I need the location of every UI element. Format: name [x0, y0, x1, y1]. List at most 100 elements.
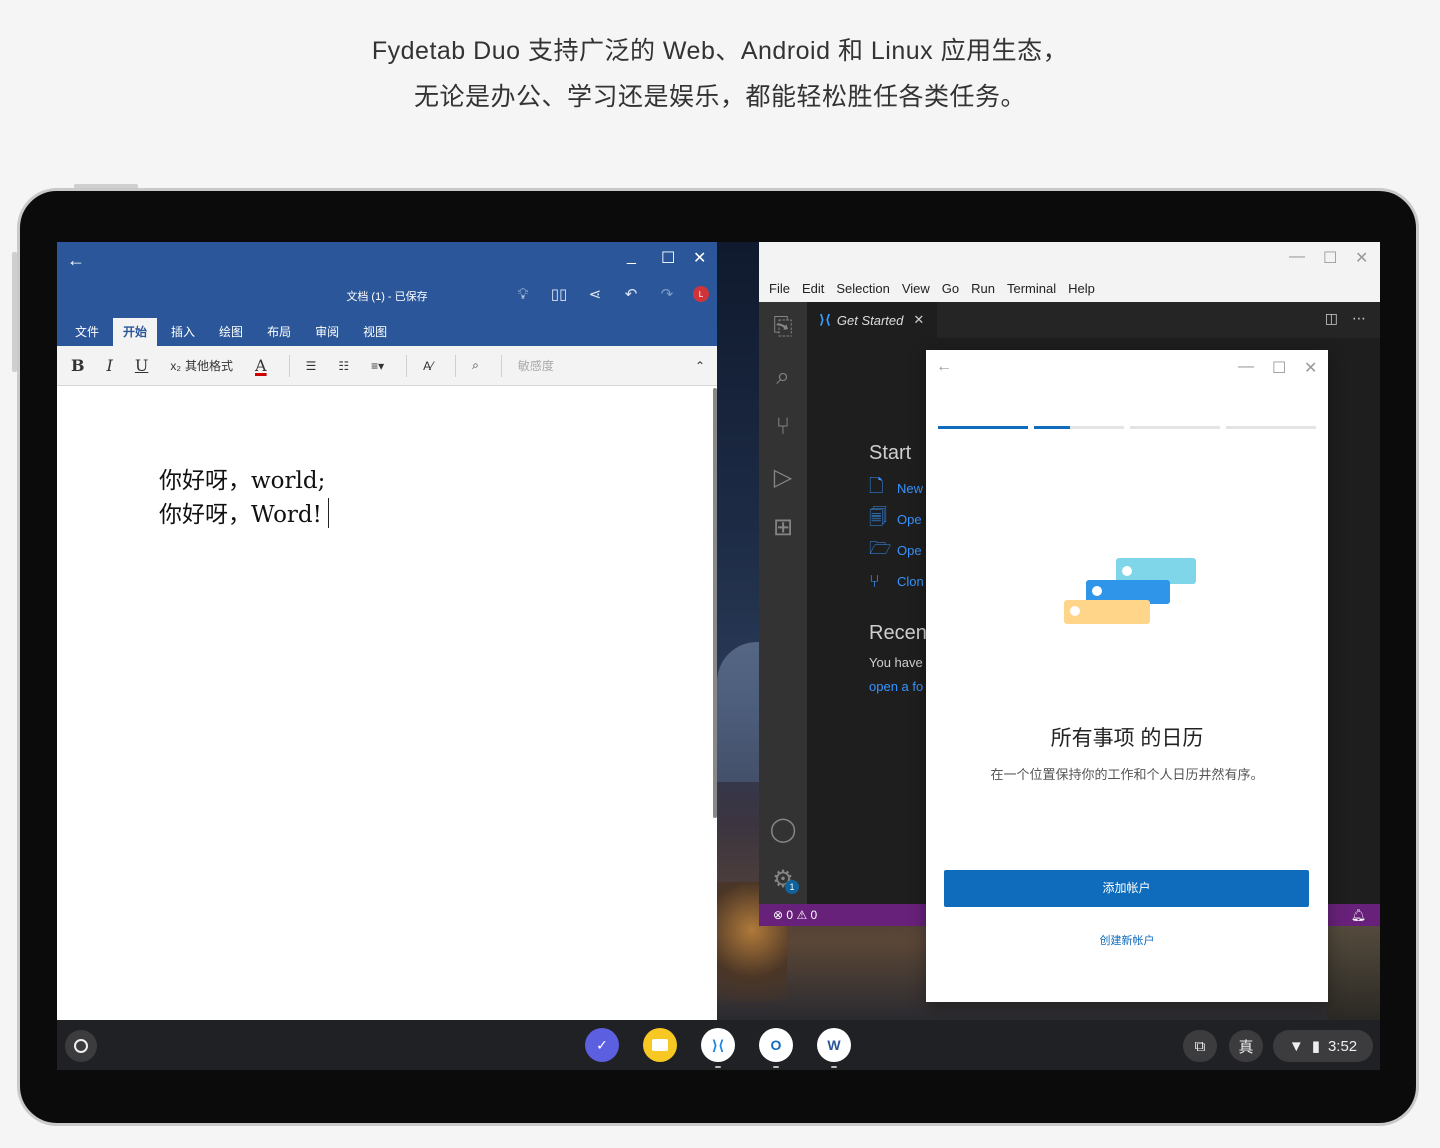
outlook-app-icon[interactable]: O [759, 1028, 793, 1062]
redo-icon[interactable]: ↷ [657, 284, 677, 304]
other-format-button[interactable]: 其他格式 [185, 357, 233, 374]
calendar-illustration [1064, 558, 1199, 634]
run-debug-icon[interactable]: ▷ [759, 452, 807, 502]
bullet-list-icon[interactable]: ☰ [306, 359, 317, 373]
sync-icon [1092, 586, 1102, 596]
account-icon[interactable]: ◯ [759, 804, 807, 854]
scrollbar[interactable] [713, 388, 717, 818]
lightbulb-icon[interactable]: 💡︎ [513, 284, 533, 304]
minimize-icon[interactable]: _ [627, 248, 636, 266]
open-folder-recent-link[interactable]: open a fo [869, 679, 927, 703]
collapse-ribbon-icon[interactable]: ⌃ [695, 359, 705, 373]
clone-repo-link[interactable]: ⑂ Clon [869, 566, 924, 597]
styles-icon[interactable]: A⁄ [423, 359, 433, 373]
tab-get-started[interactable]: ⟩⟨ Get Started ✕ [807, 302, 937, 338]
open-file-link[interactable]: 🗐 Ope [869, 504, 924, 535]
document-body[interactable]: 你好呀，world; 你好呀，Word! [159, 464, 329, 532]
start-heading: Start [869, 442, 912, 464]
open-folder-label: Ope [897, 543, 922, 558]
maximize-icon[interactable]: ☐ [661, 248, 675, 268]
word-app-icon[interactable]: W [817, 1028, 851, 1062]
underline-button[interactable]: U [135, 356, 148, 375]
get-started-start: Start 🗋 New 🗐 Ope 🗁 Ope ⑂ Clon [869, 442, 924, 597]
undo-icon[interactable]: ↶ [621, 284, 641, 304]
maximize-icon[interactable]: ☐ [1272, 358, 1286, 378]
activity-bar: ⎘ ⌕ ⑂ ▷ ⊞ ◯ ⚙ 1 [759, 302, 807, 904]
folder-icon: 🗁 [869, 537, 892, 558]
editor-tabs: ⟩⟨ Get Started ✕ ◫ ⋯ [807, 302, 1380, 338]
sensitivity-button[interactable]: 敏感度 [518, 357, 554, 374]
minimize-icon[interactable]: — [1289, 248, 1305, 266]
menu-go[interactable]: Go [936, 276, 965, 302]
error-icon[interactable]: ⊗ [773, 908, 783, 922]
source-control-icon: ⑂ [869, 571, 880, 591]
fyde-app-icon[interactable]: ✓ [585, 1028, 619, 1062]
clipboard-tray-icon[interactable]: ⧉ [1183, 1030, 1217, 1062]
tab-insert[interactable]: 插入 [161, 318, 205, 346]
word-ribbon-tabs: 文件 开始 插入 绘图 布局 审阅 视图 [57, 318, 717, 346]
menu-view[interactable]: View [896, 276, 936, 302]
editor-actions: ◫ ⋯ [1325, 310, 1366, 327]
recent-heading: Recen [869, 622, 927, 644]
explorer-icon[interactable]: ⎘ [759, 302, 807, 352]
notifications-bell-icon[interactable]: 🔔︎ [1351, 904, 1366, 926]
ime-indicator[interactable]: 真 [1229, 1030, 1263, 1062]
subscript-button[interactable]: x₂ [170, 359, 181, 373]
ribbon-divider [500, 354, 502, 377]
reading-mode-icon[interactable]: ▯▯ [549, 284, 569, 304]
extensions-icon[interactable]: ⊞ [759, 502, 807, 552]
tab-draw[interactable]: 绘图 [209, 318, 253, 346]
font-color-button[interactable]: A [255, 356, 267, 375]
new-file-link[interactable]: 🗋 New [869, 473, 924, 504]
close-icon[interactable]: ✕ [693, 248, 706, 268]
back-arrow-icon[interactable]: ← [936, 358, 952, 376]
avatar[interactable]: L [693, 286, 709, 302]
tab-file[interactable]: 文件 [65, 318, 109, 346]
recent-text: You have [869, 655, 923, 670]
bold-button[interactable]: B [71, 356, 85, 375]
source-control-icon[interactable]: ⑂ [759, 402, 807, 452]
progress-step-4 [1226, 426, 1316, 429]
minimize-icon[interactable]: — [1238, 358, 1254, 376]
share-icon[interactable]: ⋖ [585, 284, 605, 304]
close-icon[interactable]: ✕ [1355, 248, 1368, 268]
paragraph-options-icon[interactable]: ≡▾ [371, 359, 384, 373]
warning-count[interactable]: 0 [811, 908, 818, 922]
status-tray[interactable]: ▼ ▮ 3:52 [1273, 1030, 1373, 1062]
split-editor-icon[interactable]: ◫ [1325, 310, 1338, 327]
menu-help[interactable]: Help [1062, 276, 1101, 302]
document-canvas[interactable]: 你好呀，world; 你好呀，Word! [57, 386, 717, 1020]
running-indicator [715, 1066, 721, 1068]
menu-selection[interactable]: Selection [830, 276, 895, 302]
tablet-screen: ← _ ☐ ✕ 文档 (1) - 已保存 💡︎ ▯▯ ⋖ ↶ ↷ L 文件 开始… [57, 242, 1380, 1070]
close-icon[interactable]: ✕ [1304, 358, 1317, 378]
menu-terminal[interactable]: Terminal [1001, 276, 1062, 302]
warning-icon[interactable]: ⚠ [796, 908, 807, 922]
tab-layout[interactable]: 布局 [257, 318, 301, 346]
onboarding-subtitle: 在一个位置保持你的工作和个人日历井然有序。 [990, 767, 1264, 782]
close-icon[interactable]: ✕ [913, 312, 924, 328]
menu-run[interactable]: Run [965, 276, 1001, 302]
files-app-icon[interactable] [643, 1028, 677, 1062]
back-arrow-icon[interactable]: ← [67, 250, 85, 271]
vscode-app-icon[interactable]: ⟩⟨ [701, 1028, 735, 1062]
launcher-button[interactable] [65, 1030, 97, 1062]
more-actions-icon[interactable]: ⋯ [1352, 310, 1366, 327]
vscode-logo-icon: ⟩⟨ [819, 312, 831, 327]
create-account-link[interactable]: 创建新帐户 [926, 932, 1328, 948]
error-count[interactable]: 0 [786, 908, 793, 922]
search-icon[interactable]: ⌕ [759, 352, 807, 402]
gear-icon[interactable]: ⚙ [759, 854, 807, 904]
find-icon[interactable]: ⌕ [472, 358, 479, 373]
open-folder-link[interactable]: 🗁 Ope [869, 535, 924, 566]
text-cursor [327, 498, 329, 528]
tab-home[interactable]: 开始 [113, 318, 158, 346]
maximize-icon[interactable]: ☐ [1323, 248, 1337, 268]
tab-view[interactable]: 视图 [353, 318, 397, 346]
menu-edit[interactable]: Edit [796, 276, 830, 302]
add-account-button[interactable]: 添加帐户 [944, 870, 1309, 907]
numbered-list-icon[interactable]: ☷ [338, 359, 349, 373]
menu-file[interactable]: File [763, 276, 796, 302]
tab-review[interactable]: 审阅 [305, 318, 349, 346]
italic-button[interactable]: I [107, 356, 113, 375]
